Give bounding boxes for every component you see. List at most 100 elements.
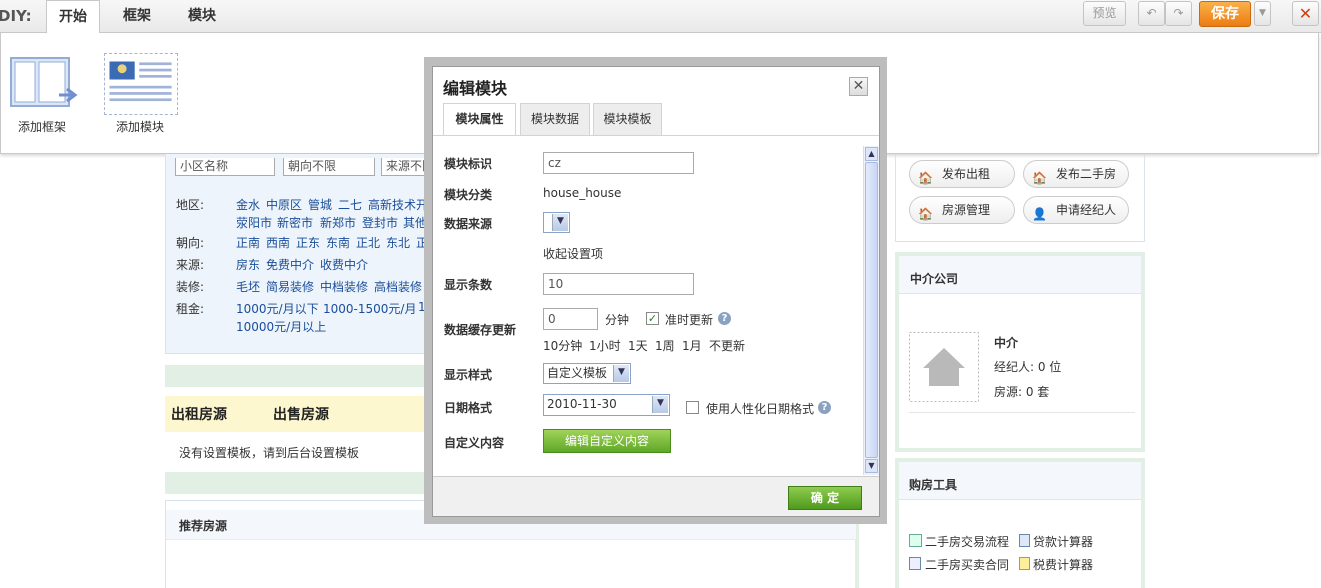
frame-icon <box>10 57 78 107</box>
listing-manage-button[interactable]: 🏠 房源管理 <box>909 196 1015 224</box>
decoration-link[interactable]: 毛坯 <box>236 278 260 295</box>
agent-count: 经纪人: 0 位 <box>994 360 1062 374</box>
dialog-content: 模块标识 cz 模块分类 house_house 数据来源 ▼ 收起设置项 显示… <box>433 137 863 475</box>
humanize-date-checkbox[interactable] <box>686 401 699 414</box>
region-link[interactable]: 金水 <box>236 196 260 213</box>
region-link[interactable]: 登封市 <box>362 214 398 231</box>
orientation-link[interactable]: 正北 <box>356 234 380 251</box>
tax-calculator-icon <box>1019 557 1030 570</box>
rent-link[interactable]: 1000元/月以下 <box>236 300 319 317</box>
decoration-link[interactable]: 高档装修 <box>374 278 422 295</box>
redo-icon: ↷ <box>1173 6 1184 20</box>
agency-title: 中介公司 <box>910 272 959 286</box>
tool-link[interactable]: 税费计算器 <box>1033 556 1093 573</box>
region-link[interactable]: 高新技术开发 <box>368 196 426 213</box>
apply-agent-button[interactable]: 👤 申请经纪人 <box>1023 196 1129 224</box>
tab-divider <box>433 135 879 136</box>
tab-frame[interactable]: 框架 <box>110 0 164 33</box>
cache-preset-link[interactable]: 10分钟 <box>543 337 582 354</box>
rent-link[interactable]: 10000元/月以上 <box>236 318 326 335</box>
dialog-scrollbar[interactable]: ▲ ▼ <box>863 146 879 475</box>
rent-link[interactable]: 1000-1500元/月 <box>323 300 416 317</box>
agency-name: 中介 <box>994 336 1019 350</box>
community-name-input[interactable]: 小区名称 <box>175 158 275 176</box>
module-id-input[interactable]: cz <box>543 152 694 174</box>
tab-module[interactable]: 模块 <box>174 0 230 33</box>
orientation-link[interactable]: 正南 <box>236 234 260 251</box>
region-link[interactable]: 中原区 <box>266 196 302 213</box>
tab-module-properties[interactable]: 模块属性 <box>443 103 516 136</box>
close-icon: ✕ <box>852 78 865 94</box>
redo-button[interactable]: ↷ <box>1165 1 1192 26</box>
calculator-icon <box>1019 534 1030 547</box>
module-category-label: 模块分类 <box>444 188 493 202</box>
tab-rent-listings[interactable]: 出租房源 <box>171 404 227 424</box>
module-id-label: 模块标识 <box>444 157 493 171</box>
tab-sale-listings[interactable]: 出售房源 <box>273 404 329 424</box>
display-count-label: 显示条数 <box>444 278 493 292</box>
cache-preset-link[interactable]: 1天 <box>628 337 648 354</box>
region-link[interactable]: 新密市 <box>277 214 313 231</box>
cache-minutes-input[interactable]: 0 <box>543 308 598 330</box>
source-link[interactable]: 房东 <box>236 256 260 273</box>
date-format-select[interactable]: 2010-11-30 ▼ <box>543 394 670 416</box>
cache-update-label: 数据缓存更新 <box>444 323 517 337</box>
orientation-link[interactable]: 西南 <box>266 234 290 251</box>
source-label: 来源: <box>176 258 205 272</box>
custom-content-label: 自定义内容 <box>444 436 505 450</box>
tab-module-data[interactable]: 模块数据 <box>520 103 590 135</box>
close-button[interactable]: ✕ <box>1292 1 1319 26</box>
scroll-thumb[interactable] <box>865 162 878 458</box>
close-icon: ✕ <box>1298 4 1313 23</box>
source-link[interactable]: 收费中介 <box>320 256 368 273</box>
confirm-button[interactable]: 确 定 <box>788 486 862 510</box>
orientation-link[interactable]: 正东 <box>296 234 320 251</box>
humanize-date-label: 使用人性化日期格式 <box>706 402 815 416</box>
scroll-down-icon[interactable]: ▼ <box>865 459 878 473</box>
region-link[interactable]: 管城 <box>308 196 332 213</box>
source-select[interactable]: 来源不限 <box>381 158 427 176</box>
decoration-link[interactable]: 中档装修 <box>320 278 368 295</box>
help-icon[interactable]: ? <box>818 401 831 414</box>
cache-preset-link[interactable]: 1周 <box>655 337 675 354</box>
tool-link[interactable]: 二手房交易流程 <box>925 533 1009 550</box>
tab-start[interactable]: 开始 <box>46 0 100 34</box>
decoration-link[interactable]: 简易装修 <box>266 278 314 295</box>
chevron-down-icon: ▼ <box>1259 8 1266 18</box>
dialog-close-button[interactable]: ✕ <box>849 77 868 96</box>
collapse-settings-link[interactable]: 收起设置项 <box>543 245 603 262</box>
house-icon: 🏠 <box>1032 171 1047 185</box>
orientation-select[interactable]: 朝向不限 <box>283 158 375 176</box>
orientation-link[interactable]: 东北 <box>386 234 410 251</box>
cache-preset-link[interactable]: 1小时 <box>589 337 621 354</box>
publish-rent-button[interactable]: 🏠 发布出租 <box>909 160 1015 188</box>
region-link[interactable]: 新郑市 <box>320 214 356 231</box>
ontime-update-label: 准时更新 <box>665 313 714 327</box>
display-style-select[interactable]: 自定义模板 ▼ <box>543 363 631 384</box>
ontime-update-checkbox[interactable]: ✓ <box>646 312 659 325</box>
region-label: 地区: <box>176 198 205 212</box>
save-dropdown-button[interactable]: ▼ <box>1254 1 1271 26</box>
save-button[interactable]: 保存 <box>1199 1 1251 27</box>
undo-button[interactable]: ↶ <box>1138 1 1165 26</box>
house-count: 房源: 0 套 <box>994 385 1050 399</box>
dialog-title: 编辑模块 <box>443 79 508 98</box>
orientation-link[interactable]: 东南 <box>326 234 350 251</box>
tab-module-template[interactable]: 模块模板 <box>593 103 662 135</box>
display-count-input[interactable]: 10 <box>543 273 694 295</box>
module-icon <box>104 53 178 115</box>
tool-link[interactable]: 二手房买卖合同 <box>925 556 1009 573</box>
region-link[interactable]: 荥阳市 <box>236 214 272 231</box>
data-source-select[interactable]: ▼ <box>543 212 570 233</box>
tool-link[interactable]: 贷款计算器 <box>1033 533 1093 550</box>
help-icon[interactable]: ? <box>718 312 731 325</box>
scroll-up-icon[interactable]: ▲ <box>865 147 878 161</box>
data-source-label: 数据来源 <box>444 217 493 231</box>
source-link[interactable]: 免费中介 <box>266 256 314 273</box>
publish-resale-button[interactable]: 🏠 发布二手房 <box>1023 160 1129 188</box>
cache-preset-link[interactable]: 1月 <box>682 337 702 354</box>
cache-preset-link[interactable]: 不更新 <box>709 337 745 354</box>
region-link[interactable]: 二七 <box>338 196 362 213</box>
preview-button[interactable]: 预览 <box>1083 1 1126 26</box>
edit-custom-content-button[interactable]: 编辑自定义内容 <box>543 429 671 453</box>
